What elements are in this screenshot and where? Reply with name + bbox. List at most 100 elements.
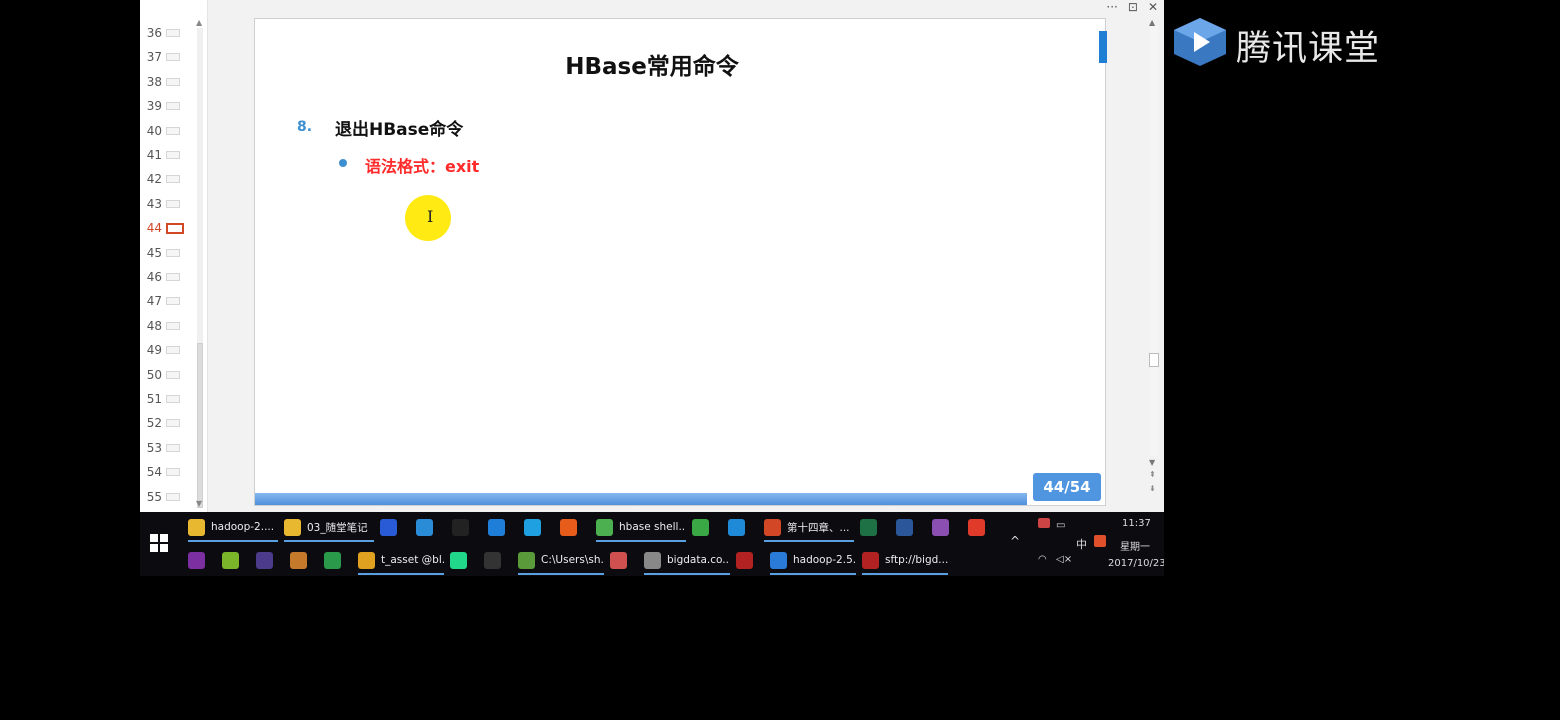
taskbar-app-button[interactable] xyxy=(736,545,764,575)
clock-weekday[interactable]: 星期一 xyxy=(1120,538,1150,553)
taskbar-app-button[interactable]: hadoop-2.... xyxy=(188,512,278,542)
taskbar-app-button[interactable] xyxy=(256,545,284,575)
taskbar-app-button[interactable]: t_asset @bl... xyxy=(358,545,444,575)
slide-thumbnail[interactable]: 46 xyxy=(140,265,192,289)
slide-number: 50 xyxy=(146,367,162,382)
slide-preview-icon xyxy=(166,321,180,330)
taskbar-app-button[interactable] xyxy=(610,545,638,575)
start-button[interactable] xyxy=(150,534,168,552)
slide-preview-icon xyxy=(166,297,180,306)
scroll-thumb[interactable] xyxy=(197,343,203,508)
slide-number: 54 xyxy=(146,465,162,480)
taskbar-app-button[interactable] xyxy=(188,545,216,575)
taskbar-app-button[interactable] xyxy=(692,512,722,542)
taskbar-app-button[interactable] xyxy=(524,512,554,542)
sogou-input-icon[interactable] xyxy=(1094,535,1106,547)
scroll-up-icon[interactable]: ▲ xyxy=(196,18,202,27)
slide-number: 48 xyxy=(146,318,162,333)
slide-thumbnail[interactable]: 41 xyxy=(140,143,192,167)
taskbar-app-button[interactable] xyxy=(380,512,410,542)
taskbar-app-button[interactable]: 03_随堂笔记 xyxy=(284,512,374,542)
taskbar-app-button[interactable] xyxy=(416,512,446,542)
battery-icon[interactable]: ▭ xyxy=(1056,520,1065,531)
pycharm-icon xyxy=(450,551,467,569)
taskbar-app-button[interactable] xyxy=(860,512,890,542)
taskbar-app-label: sftp://bigd... xyxy=(885,554,948,566)
slide-thumbnail[interactable]: 42 xyxy=(140,167,192,191)
taskbar-app-button[interactable] xyxy=(484,545,512,575)
slide-editing-area: ··· ⊡ ✕ HBase常用命令 8. 退出HBase命令 语法格式：exit… xyxy=(208,0,1164,512)
taskbar-app-button[interactable] xyxy=(728,512,758,542)
slide-thumbnail[interactable]: 37 xyxy=(140,45,192,69)
taskbar-app-button[interactable] xyxy=(932,512,962,542)
scroll-down-icon[interactable]: ▼ xyxy=(196,499,202,508)
taskbar-app-button[interactable] xyxy=(450,545,478,575)
slide-thumbnail[interactable]: 40 xyxy=(140,119,192,143)
taskbar-app-button[interactable]: sftp://bigd... xyxy=(862,545,948,575)
clock-date[interactable]: 2017/10/23 xyxy=(1108,558,1164,569)
slide-preview-icon xyxy=(166,29,180,37)
slide-preview-icon xyxy=(166,77,180,86)
slide-thumbnail[interactable]: 36 xyxy=(140,21,192,45)
taskbar-app-button[interactable] xyxy=(560,512,590,542)
slide-thumbnail[interactable]: 45 xyxy=(140,241,192,265)
taskbar-app-button[interactable] xyxy=(290,545,318,575)
slide-number: 43 xyxy=(146,196,162,211)
slide-thumbnail[interactable]: 39 xyxy=(140,94,192,118)
slide-thumbnail[interactable]: 50 xyxy=(140,363,192,387)
show-hidden-icons-icon[interactable]: ^ xyxy=(1010,534,1020,548)
previous-slide-icon[interactable]: ⇞ xyxy=(1149,470,1156,479)
wifi-icon[interactable]: ◠ xyxy=(1038,554,1047,565)
ime-indicator[interactable]: 中 xyxy=(1076,536,1087,552)
chrome-icon xyxy=(596,518,613,536)
slide-thumbnail[interactable]: 54 xyxy=(140,460,192,484)
taskbar-app-button[interactable]: bigdata.co... xyxy=(644,545,730,575)
taskbar-app-button[interactable]: hadoop-2.5... xyxy=(770,545,856,575)
close-icon[interactable]: ✕ xyxy=(1148,0,1158,14)
slide-number: 42 xyxy=(146,172,162,187)
taskbar-app-button[interactable]: hbase shell... xyxy=(596,512,686,542)
taskbar-app-label: t_asset @bl... xyxy=(381,554,444,566)
green-app-icon xyxy=(222,551,239,569)
axure-icon xyxy=(188,551,205,569)
taskbar-app-button[interactable] xyxy=(968,512,998,542)
slide-number: 41 xyxy=(146,148,162,162)
slide-thumbnail[interactable]: 44 xyxy=(140,216,192,240)
taskbar-app-button[interactable]: 第十四章、... xyxy=(764,512,854,542)
restore-icon[interactable]: ⊡ xyxy=(1128,0,1138,14)
next-slide-icon[interactable]: ⇟ xyxy=(1149,484,1156,493)
slide-thumbnail[interactable]: 52 xyxy=(140,411,192,435)
taskbar-app-button[interactable] xyxy=(896,512,926,542)
taskbar-app-button[interactable] xyxy=(488,512,518,542)
vertical-scrollbar[interactable]: ▲ ▼ ⇞ ⇟ xyxy=(1148,18,1160,493)
list-item-number: 8. xyxy=(297,119,313,135)
slide-thumbnail[interactable]: 47 xyxy=(140,289,192,313)
scroll-thumb[interactable] xyxy=(1149,353,1159,367)
slide-thumbnail[interactable]: 43 xyxy=(140,192,192,216)
taskbar-app-button[interactable] xyxy=(452,512,482,542)
intellij-icon xyxy=(484,551,501,569)
slide-thumbnail[interactable]: 49 xyxy=(140,338,192,362)
scroll-down-icon[interactable]: ▼ xyxy=(1149,458,1155,467)
slide-thumbnail[interactable]: 53 xyxy=(140,436,192,460)
more-options-icon[interactable]: ··· xyxy=(1106,0,1117,14)
taskbar-app-button[interactable]: C:\Users\sh... xyxy=(518,545,604,575)
scroll-track[interactable] xyxy=(1150,26,1158,456)
slide-thumbnail[interactable]: 38 xyxy=(140,70,192,94)
coffee-icon xyxy=(290,551,307,569)
clock-time[interactable]: 11:37 xyxy=(1122,518,1151,529)
thumbnail-scrollbar[interactable]: ▲ ▼ xyxy=(194,18,206,508)
taskbar-app-button[interactable] xyxy=(222,545,250,575)
slide-number: 51 xyxy=(146,392,162,406)
eclipse-icon xyxy=(256,551,273,569)
tray-app-icon[interactable] xyxy=(1038,518,1050,528)
slide-thumbnail[interactable]: 51 xyxy=(140,387,192,411)
slide-number: 40 xyxy=(146,123,162,138)
slide-preview-icon xyxy=(166,175,180,184)
current-slide[interactable]: HBase常用命令 8. 退出HBase命令 语法格式：exit I 44/54 xyxy=(254,18,1107,506)
slide-thumbnail[interactable]: 55 xyxy=(140,485,192,509)
taskbar-app-button[interactable] xyxy=(324,545,352,575)
volume-muted-icon[interactable]: ◁× xyxy=(1056,554,1072,565)
slide-preview-icon xyxy=(166,102,180,111)
slide-thumbnail[interactable]: 48 xyxy=(140,314,192,338)
